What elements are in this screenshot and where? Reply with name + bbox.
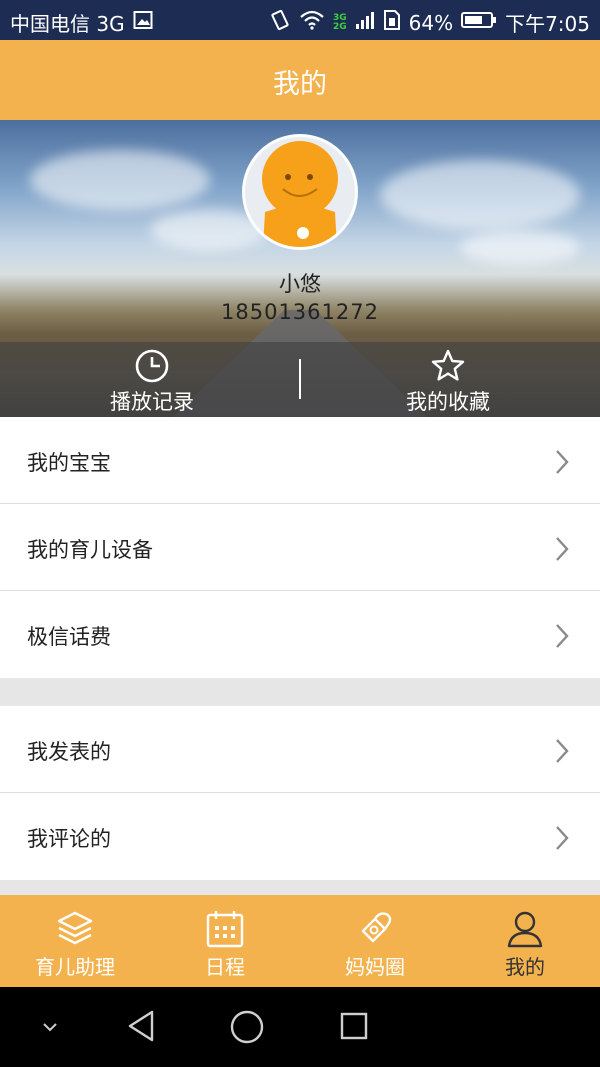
avatar[interactable] bbox=[242, 134, 358, 250]
pacifier-icon bbox=[361, 912, 392, 943]
menu-item-label: 我评论的 bbox=[27, 827, 111, 851]
chevron-right-icon bbox=[556, 624, 569, 648]
user-phone: 18501361272 bbox=[221, 300, 379, 324]
title-bar: 我的 bbox=[0, 40, 600, 120]
menu-group-posts: 我发表的 我评论的 bbox=[0, 706, 600, 880]
system-nav-bar bbox=[0, 987, 600, 1067]
tab-schedule[interactable]: 日程 bbox=[150, 895, 300, 987]
tab-me[interactable]: 我的 bbox=[450, 895, 600, 987]
menu-item-label: 我的育儿设备 bbox=[27, 538, 153, 562]
clock-icon bbox=[135, 349, 169, 383]
clock-time: 下午7:05 bbox=[505, 12, 590, 36]
chevron-right-icon bbox=[556, 826, 569, 850]
tab-label: 妈妈圈 bbox=[345, 955, 405, 979]
back-icon[interactable] bbox=[126, 1009, 156, 1043]
play-history-label: 播放记录 bbox=[110, 390, 194, 414]
favorites-button[interactable]: 我的收藏 bbox=[298, 342, 598, 417]
favorites-label: 我的收藏 bbox=[406, 390, 490, 414]
carrier-label: 中国电信 3G bbox=[10, 12, 125, 36]
menu-item-my-devices[interactable]: 我的育儿设备 bbox=[0, 504, 600, 591]
menu-item-label: 极信话费 bbox=[27, 625, 111, 649]
tab-label: 我的 bbox=[505, 955, 545, 979]
background-cloud bbox=[460, 230, 580, 265]
recents-icon[interactable] bbox=[339, 1011, 369, 1041]
background-cloud bbox=[380, 160, 580, 230]
avatar-mascot-icon bbox=[262, 141, 338, 247]
menu-item-my-baby[interactable]: 我的宝宝 bbox=[0, 417, 600, 504]
battery-icon bbox=[461, 10, 497, 35]
menu-item-label: 我发表的 bbox=[27, 740, 111, 764]
home-icon[interactable] bbox=[229, 1009, 265, 1045]
user-name: 小悠 bbox=[279, 272, 321, 296]
chevron-down-icon[interactable] bbox=[40, 1017, 60, 1037]
tab-mom-circle[interactable]: 妈妈圈 bbox=[300, 895, 450, 987]
tab-label: 日程 bbox=[205, 955, 245, 979]
wifi-icon bbox=[299, 10, 325, 35]
play-history-button[interactable]: 播放记录 bbox=[2, 342, 302, 417]
background-cloud bbox=[30, 150, 210, 210]
chevron-right-icon bbox=[556, 537, 569, 561]
person-icon bbox=[507, 911, 543, 948]
menu-item-my-posts[interactable]: 我发表的 bbox=[0, 706, 600, 793]
menu-item-label: 我的宝宝 bbox=[27, 451, 111, 475]
tab-parenting-assistant[interactable]: 育儿助理 bbox=[0, 895, 150, 987]
menu-item-my-comments[interactable]: 我评论的 bbox=[0, 793, 600, 880]
sim-icon bbox=[383, 9, 401, 36]
calendar-icon bbox=[206, 911, 244, 948]
vibrate-icon bbox=[269, 9, 291, 36]
chevron-right-icon bbox=[556, 450, 569, 474]
bottom-tab-bar: 育儿助理 日程 妈妈圈 我的 bbox=[0, 895, 600, 987]
image-icon bbox=[133, 10, 153, 35]
page-title: 我的 bbox=[273, 69, 327, 100]
menu-group-account: 我的宝宝 我的育儿设备 极信话费 bbox=[0, 417, 600, 678]
network-tags: 3G 2G bbox=[332, 12, 347, 32]
chevron-right-icon bbox=[556, 739, 569, 763]
status-bar: 中国电信 3G 3G 2G 64% 下午7:05 bbox=[0, 0, 600, 40]
signal-icon bbox=[355, 10, 375, 35]
battery-percent: 64% bbox=[408, 10, 454, 35]
star-icon bbox=[431, 349, 465, 381]
profile-header: 小悠 18501361272 播放记录 我的收藏 bbox=[0, 120, 600, 417]
layers-icon bbox=[57, 911, 93, 945]
menu-item-phone-bill[interactable]: 极信话费 bbox=[0, 591, 600, 678]
tab-label: 育儿助理 bbox=[35, 955, 115, 979]
profile-actions: 播放记录 我的收藏 bbox=[0, 342, 600, 417]
